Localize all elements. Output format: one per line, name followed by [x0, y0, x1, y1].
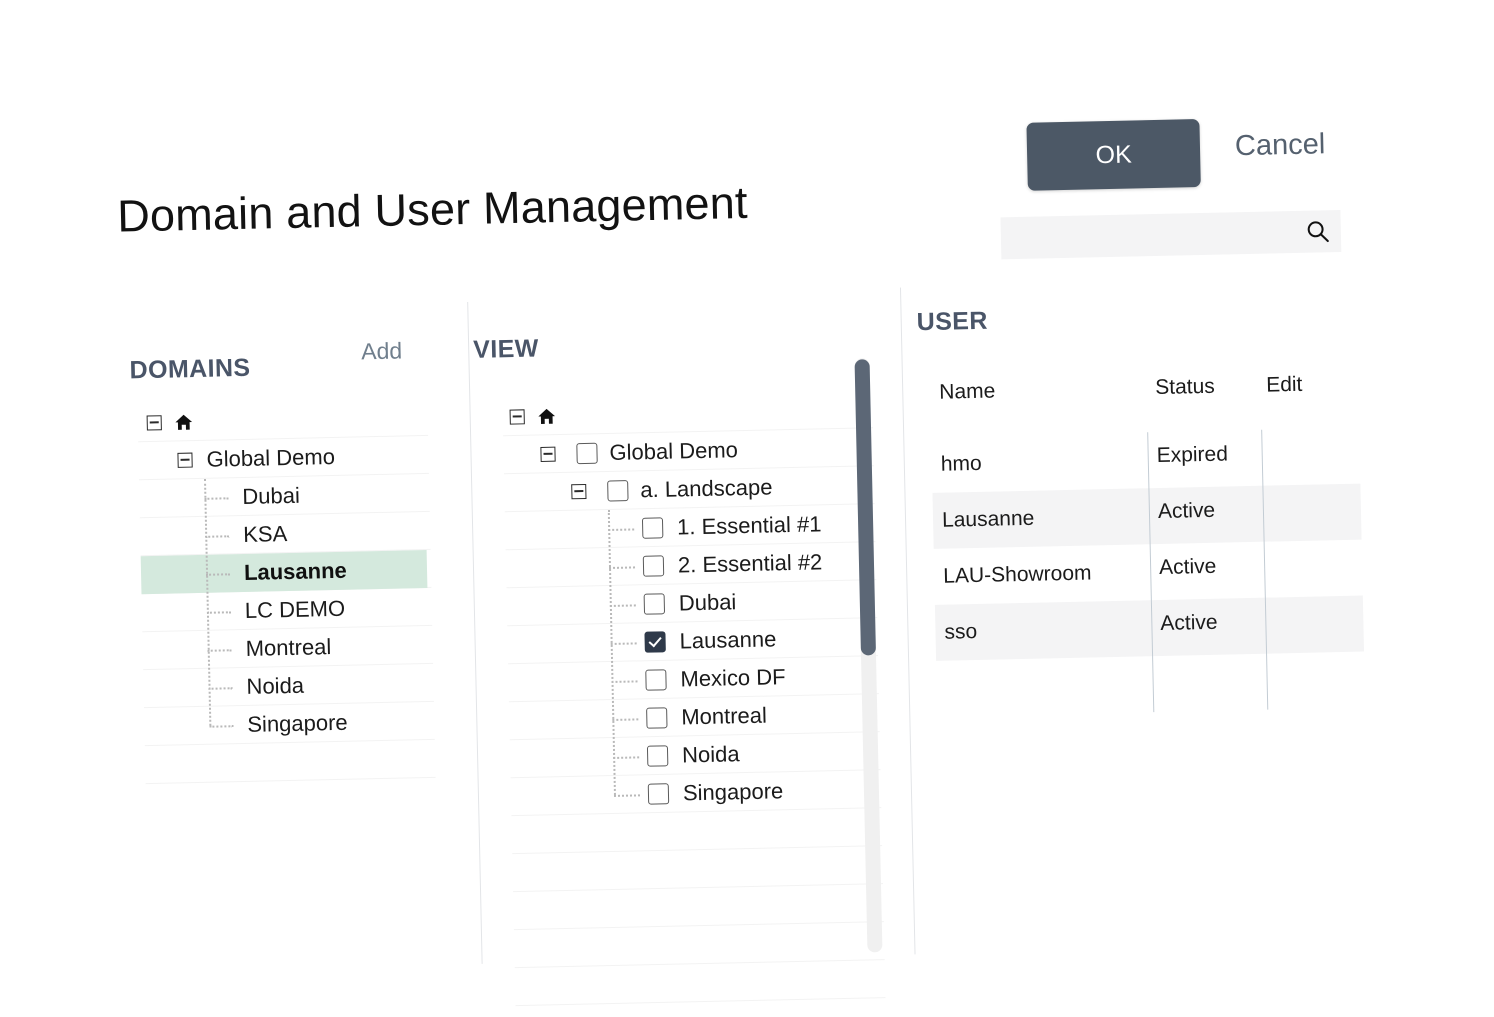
domain-item-label: Lausanne	[243, 557, 347, 585]
user-name-cell: hmo	[940, 451, 982, 476]
view-checkbox[interactable]	[642, 554, 665, 577]
user-column-header: Status	[1154, 374, 1216, 400]
home-icon	[536, 406, 556, 426]
view-toggle-icon[interactable]	[571, 483, 587, 499]
add-domain-link[interactable]: Add	[361, 337, 403, 365]
search-icon[interactable]	[1305, 218, 1332, 245]
view-tree: Global Demo a. Landscape 1. Essential #1 2.…	[502, 390, 886, 1007]
tree-connector	[209, 724, 234, 728]
view-item-label: Singapore	[682, 777, 784, 805]
tree-connector	[610, 641, 637, 645]
user-name-cell: sso	[944, 619, 978, 644]
view-checkbox[interactable]	[645, 668, 667, 691]
domain-item-label: Dubai	[242, 482, 301, 509]
tree-empty-row	[514, 960, 886, 1007]
domain-tree-row[interactable]: KSA	[139, 511, 431, 557]
domain-tree-row[interactable]: Dubai	[138, 473, 430, 519]
view-item-label: Lausanne	[679, 625, 777, 653]
tree-connector	[208, 686, 233, 690]
domain-tree-row[interactable]: Singapore	[143, 701, 435, 747]
view-item-label: Dubai	[678, 588, 737, 615]
user-name-cell: Lausanne	[941, 506, 1035, 532]
user-status-cell: Active	[1160, 610, 1218, 635]
view-checkbox[interactable]	[607, 479, 629, 502]
user-column-header: Edit	[1265, 372, 1303, 397]
tree-connector	[207, 648, 232, 652]
domain-item-label: Singapore	[247, 709, 348, 737]
domain-item-label: Montreal	[245, 633, 332, 661]
panel-divider-view-user	[899, 287, 916, 955]
domain-item-label: KSA	[242, 520, 288, 547]
tree-connector	[611, 679, 638, 683]
view-checkbox[interactable]	[641, 516, 664, 539]
tree-empty-row	[144, 739, 436, 785]
domain-tree-row[interactable]: Montreal	[142, 625, 434, 671]
user-status-cell: Active	[1158, 554, 1217, 579]
view-checkbox-checked[interactable]	[644, 630, 666, 653]
view-item-label: 2. Essential #2	[677, 548, 823, 577]
view-item-label: Noida	[681, 740, 740, 767]
search-input[interactable]	[1000, 211, 1294, 260]
view-checkbox[interactable]	[576, 442, 598, 464]
panel-divider-domains-view	[467, 302, 483, 964]
tree-connector	[608, 565, 636, 569]
user-status-cell: Expired	[1156, 441, 1229, 467]
view-checkbox[interactable]	[647, 782, 670, 805]
view-item-label: Montreal	[681, 702, 768, 729]
view-checkbox[interactable]	[643, 592, 666, 615]
user-table-row[interactable]: sso Active	[934, 595, 1365, 661]
domain-tree-row[interactable]: Lausanne	[140, 549, 432, 595]
domain-item-label: Noida	[246, 672, 305, 699]
page-title: Domain and User Management	[116, 176, 749, 242]
cancel-button[interactable]: Cancel	[1235, 128, 1326, 163]
user-table-header: Name Status Edit	[930, 372, 1359, 437]
tree-connector	[612, 717, 639, 721]
user-heading: USER	[916, 306, 989, 337]
user-table-row[interactable]: hmo Expired	[931, 428, 1360, 493]
domains-heading: DOMAINS	[129, 353, 251, 385]
tree-connector	[204, 496, 229, 500]
user-table-row[interactable]: Lausanne Active	[932, 483, 1362, 549]
ok-button[interactable]: OK	[1026, 119, 1201, 191]
user-table: Name Status Edit hmo Expired Lausanne Active LA…	[930, 372, 1365, 713]
tree-connector	[613, 755, 640, 759]
view-root-toggle-icon[interactable]	[509, 408, 525, 425]
app-root: Domain and User Management OK Cancel DOM…	[0, 0, 1494, 1007]
view-item-label: Global Demo	[609, 436, 739, 465]
domains-root-toggle-icon[interactable]	[146, 414, 162, 431]
tree-connector	[205, 534, 230, 538]
user-name-cell: LAU-Showroom	[943, 561, 1092, 588]
home-icon	[174, 412, 194, 432]
domains-tree: Global Demo Dubai KSA Lausanne LC DEMO Montre…	[137, 397, 436, 785]
domain-item-label: LC DEMO	[244, 595, 346, 623]
domains-root-row[interactable]	[137, 397, 429, 443]
user-table-row[interactable]: LAU-Showroom Active	[934, 540, 1363, 605]
user-status-cell: Active	[1157, 498, 1216, 523]
tree-connector	[608, 527, 635, 531]
view-item-label: a. Landscape	[640, 473, 773, 502]
view-item-label: 1. Essential #1	[676, 510, 822, 539]
view-toggle-icon[interactable]	[540, 446, 556, 462]
search-field[interactable]	[1000, 209, 1342, 260]
view-item-label: Mexico DF	[680, 663, 786, 691]
view-checkbox[interactable]	[646, 706, 668, 729]
domain-tree-row[interactable]: LC DEMO	[141, 587, 433, 633]
user-column-header: Name	[939, 379, 996, 404]
view-heading: VIEW	[472, 334, 540, 364]
view-checkbox[interactable]	[646, 744, 669, 767]
tree-connector	[206, 610, 231, 614]
tree-connector	[609, 603, 636, 607]
domain-tree-row[interactable]: Noida	[143, 663, 434, 709]
domain-item-label: Global Demo	[206, 443, 336, 472]
tree-connector	[613, 793, 641, 797]
domain-toggle-icon[interactable]	[177, 452, 193, 468]
domain-tree-row[interactable]: Global Demo	[138, 435, 429, 481]
